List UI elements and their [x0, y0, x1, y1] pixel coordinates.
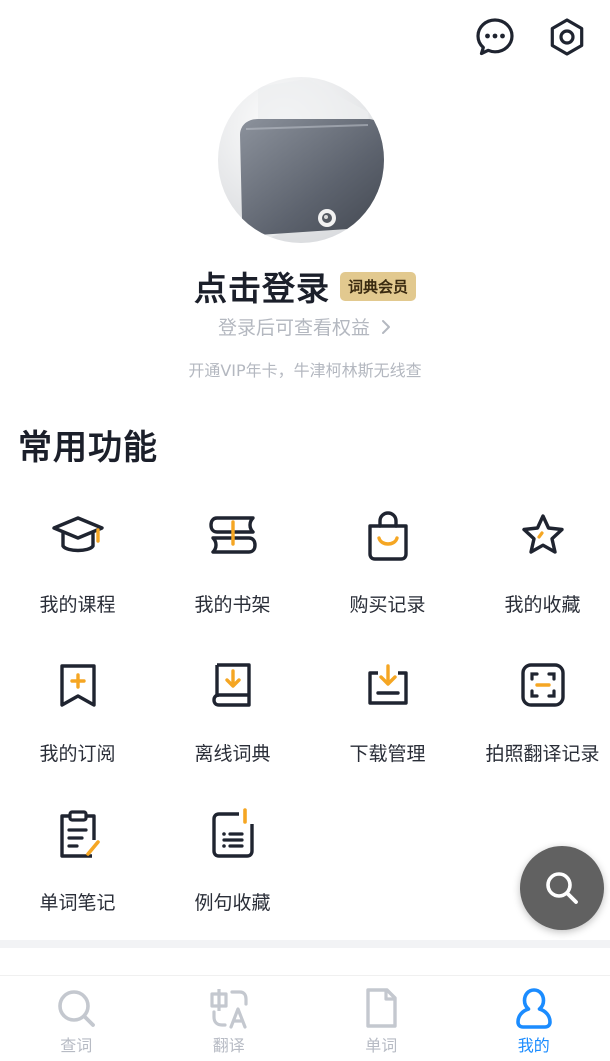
document-icon [366, 988, 397, 1028]
vip-badge[interactable]: 词典会员 [339, 271, 416, 301]
feature-purchase-history[interactable]: 购买记录 [310, 506, 465, 617]
vip-promo-text: 开通VIP年卡，牛津柯林斯无线查 [188, 361, 422, 380]
feature-example-sentence-favorites[interactable]: 例句收藏 [155, 804, 310, 915]
feature-word-notes[interactable]: 单词笔记 [0, 804, 155, 915]
user-icon [515, 988, 552, 1029]
sentence-note-icon [211, 808, 254, 858]
tab-mine[interactable]: 我的 [458, 976, 610, 1061]
default-avatar-image [218, 77, 384, 243]
shopping-bag-icon [367, 511, 408, 561]
translate-icon [210, 989, 248, 1029]
feature-grid: 我的课程 我的书架 购买记录 我的收藏 我的订阅 离线词典 下载管理 拍照翻译记… [0, 506, 610, 915]
login-row: 点击登录 词典会员 [0, 262, 610, 310]
top-actions [474, 16, 588, 58]
chevron-right-icon [382, 320, 391, 334]
benefits-link-label: 登录后可查看权益 [217, 317, 370, 339]
section-divider [0, 940, 610, 948]
feature-download-manager[interactable]: 下载管理 [310, 655, 465, 766]
avatar[interactable] [218, 77, 384, 243]
settings-hex-icon [550, 18, 584, 56]
tab-label: 我的 [517, 1036, 550, 1055]
feature-my-bookshelf[interactable]: 我的书架 [155, 506, 310, 617]
feature-label: 拍照翻译记录 [485, 743, 600, 765]
star-icon [521, 514, 564, 554]
tab-label: 翻译 [212, 1036, 245, 1055]
section-title: 常用功能 [18, 428, 158, 468]
feature-label: 下载管理 [349, 743, 426, 765]
feature-photo-translation-history[interactable]: 拍照翻译记录 [465, 655, 610, 766]
login-title[interactable]: 点击登录 [194, 262, 330, 310]
tab-label: 查词 [60, 1036, 93, 1055]
bottom-tab-bar: 查词 翻译 单词 我的 [0, 975, 610, 1061]
search-icon [58, 990, 96, 1027]
offline-book-icon [211, 663, 251, 707]
download-tray-icon [367, 664, 408, 705]
scan-frame-icon [520, 663, 565, 707]
feature-label: 例句收藏 [194, 892, 271, 914]
graduation-cap-icon [51, 516, 104, 553]
tab-label: 单词 [365, 1036, 398, 1055]
message-bubble-icon [476, 18, 514, 56]
benefits-link[interactable]: 登录后可查看权益 [0, 313, 610, 340]
bookshelf-icon [208, 516, 257, 554]
message-button[interactable] [474, 16, 516, 58]
feature-my-subscriptions[interactable]: 我的订阅 [0, 655, 155, 766]
feature-my-favorites[interactable]: 我的收藏 [465, 506, 610, 617]
floating-search-button[interactable] [520, 846, 604, 930]
search-icon [546, 872, 578, 904]
feature-label: 我的收藏 [504, 594, 581, 616]
feature-label: 我的课程 [39, 594, 116, 616]
tab-translate[interactable]: 翻译 [153, 976, 306, 1061]
feature-offline-dictionary[interactable]: 离线词典 [155, 655, 310, 766]
feature-my-courses[interactable]: 我的课程 [0, 506, 155, 617]
feature-label: 单词笔记 [39, 892, 116, 914]
bookmark-plus-icon [59, 664, 96, 707]
feature-label: 我的订阅 [39, 743, 116, 765]
note-pencil-icon [59, 810, 100, 858]
feature-label: 离线词典 [194, 743, 271, 765]
settings-button[interactable] [546, 16, 588, 58]
tab-lookup[interactable]: 查词 [0, 976, 153, 1061]
feature-label: 购买记录 [349, 594, 426, 616]
feature-label: 我的书架 [194, 594, 271, 616]
tab-words[interactable]: 单词 [305, 976, 458, 1061]
